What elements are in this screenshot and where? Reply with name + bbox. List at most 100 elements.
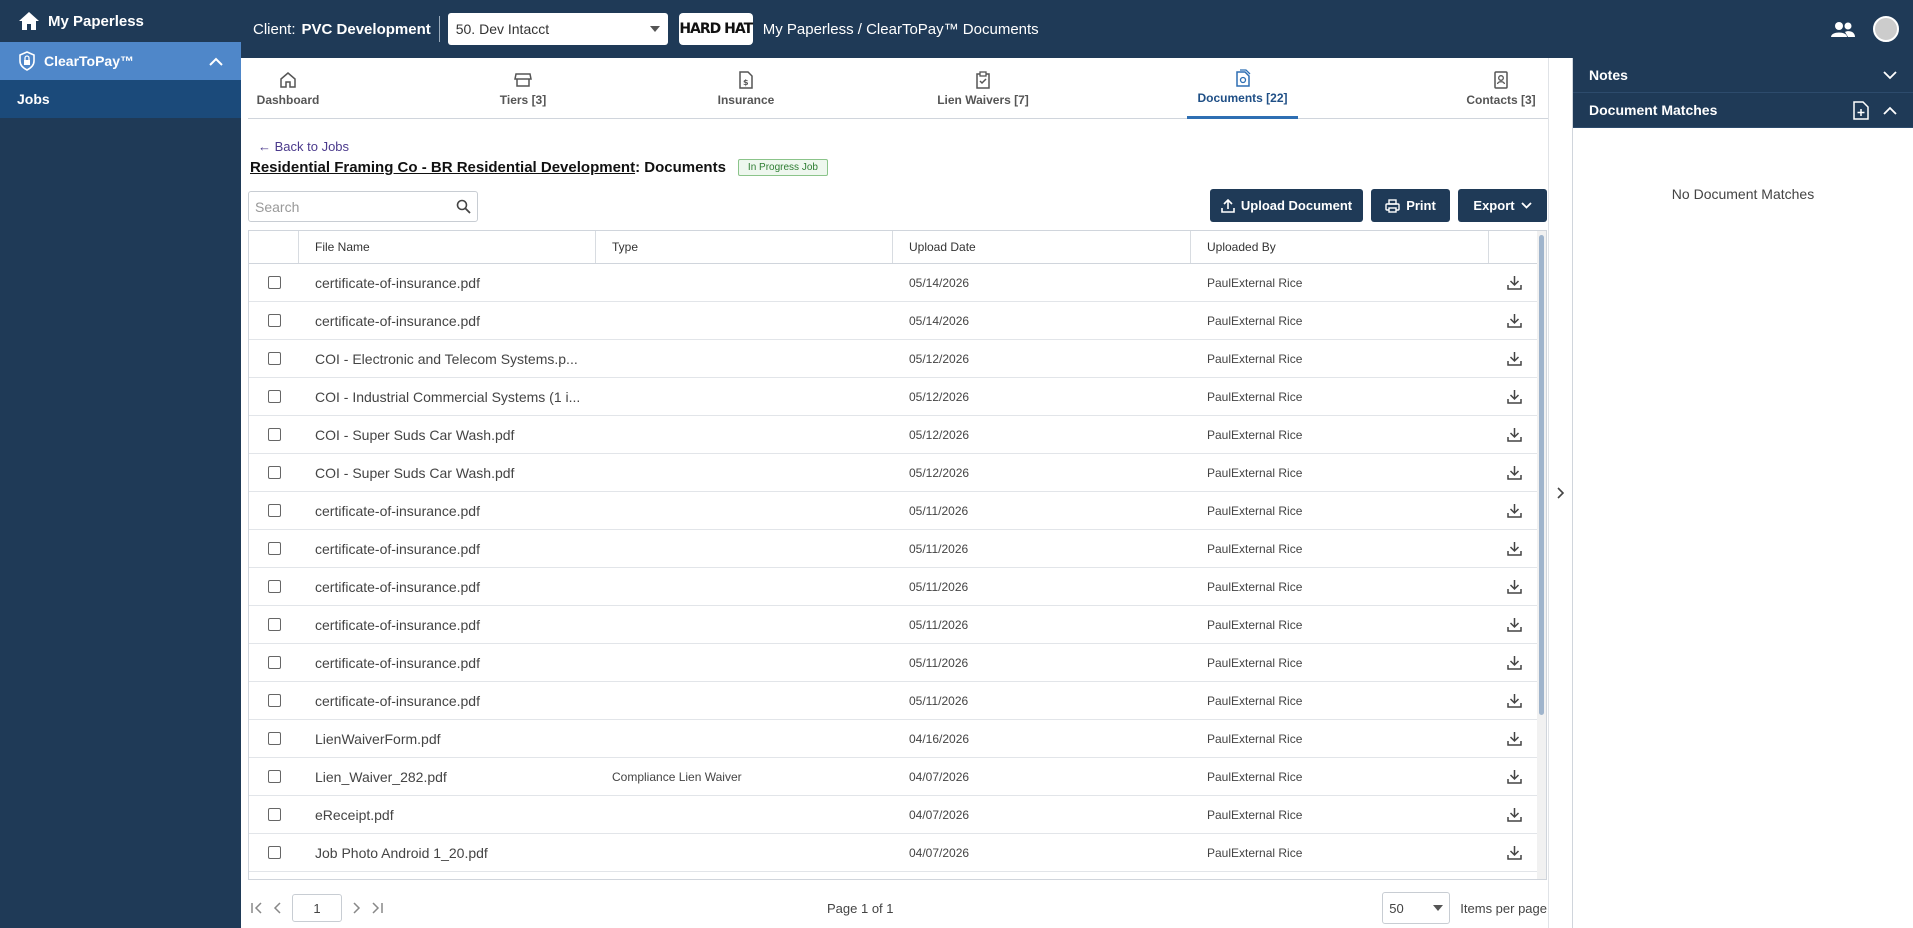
- download-icon[interactable]: [1489, 313, 1539, 328]
- file-name-cell[interactable]: certificate-of-insurance.pdf: [299, 579, 596, 595]
- download-icon[interactable]: [1489, 465, 1539, 480]
- table-row[interactable]: certificate-of-insurance.pdf 05/14/2026 Pa…: [249, 302, 1546, 340]
- search-icon[interactable]: [456, 199, 471, 214]
- back-to-jobs-link[interactable]: ← Back to Jobs: [258, 139, 349, 154]
- table-row[interactable]: Job Photo Android 1_20.pdf 04/07/2026 Paul…: [249, 834, 1546, 872]
- table-row[interactable]: certificate-of-insurance.pdf 05/11/2026 Pa…: [249, 606, 1546, 644]
- table-row[interactable]: COI - Super Suds Car Wash.pdf 05/12/2026 P…: [249, 454, 1546, 492]
- file-name-cell[interactable]: certificate-of-insurance.pdf: [299, 655, 596, 671]
- download-icon[interactable]: [1489, 351, 1539, 366]
- tab-lien-waivers[interactable]: Lien Waivers [7]: [932, 58, 1034, 119]
- column-header-file-name[interactable]: File Name: [299, 231, 596, 263]
- file-name-cell[interactable]: certificate-of-insurance.pdf: [299, 313, 596, 329]
- chevron-up-icon[interactable]: [209, 57, 223, 66]
- column-header-uploaded-by[interactable]: Uploaded By: [1191, 231, 1489, 263]
- file-name-cell[interactable]: Job Photo Android 1_20.pdf: [299, 845, 596, 861]
- add-document-icon[interactable]: [1853, 100, 1869, 120]
- table-row[interactable]: certificate-of-insurance.pdf 05/11/2026 Pa…: [249, 530, 1546, 568]
- items-per-page-select[interactable]: 50: [1382, 892, 1451, 924]
- download-icon[interactable]: [1489, 541, 1539, 556]
- chevron-down-icon[interactable]: [1883, 70, 1897, 80]
- page-number-input[interactable]: 1: [292, 894, 342, 922]
- file-name-cell[interactable]: Lien_Waiver_282.pdf: [299, 769, 596, 785]
- row-checkbox[interactable]: [249, 466, 299, 479]
- file-name-cell[interactable]: COI - Super Suds Car Wash.pdf: [299, 427, 596, 443]
- download-icon[interactable]: [1489, 655, 1539, 670]
- row-checkbox[interactable]: [249, 694, 299, 707]
- file-name-cell[interactable]: COI - Electronic and Telecom Systems.p..…: [299, 351, 596, 367]
- notes-header[interactable]: Notes: [1573, 58, 1913, 93]
- row-checkbox[interactable]: [249, 352, 299, 365]
- row-checkbox[interactable]: [249, 618, 299, 631]
- table-row[interactable]: COI - Super Suds Car Wash.pdf 05/12/2026 P…: [249, 416, 1546, 454]
- sidebar-item-jobs[interactable]: Jobs: [0, 80, 241, 118]
- panel-toggle[interactable]: [1548, 58, 1572, 928]
- search-input[interactable]: Search: [248, 191, 478, 222]
- users-icon[interactable]: [1831, 21, 1855, 37]
- download-icon[interactable]: [1489, 389, 1539, 404]
- prev-page-icon[interactable]: [272, 901, 282, 915]
- file-name-cell[interactable]: certificate-of-insurance.pdf: [299, 541, 596, 557]
- table-row[interactable]: certificate-of-insurance.pdf 05/11/2026 Pa…: [249, 644, 1546, 682]
- chevron-right-icon[interactable]: [1556, 487, 1565, 499]
- tab-contacts[interactable]: Contacts [3]: [1460, 58, 1542, 119]
- row-checkbox[interactable]: [249, 428, 299, 441]
- row-checkbox[interactable]: [249, 656, 299, 669]
- file-name-cell[interactable]: certificate-of-insurance.pdf: [299, 617, 596, 633]
- tab-documents[interactable]: Documents [22]: [1187, 58, 1298, 119]
- scrollbar-thumb[interactable]: [1539, 235, 1544, 715]
- tab-insurance[interactable]: $ Insurance: [710, 58, 782, 119]
- row-checkbox[interactable]: [249, 504, 299, 517]
- row-checkbox[interactable]: [249, 314, 299, 327]
- table-row[interactable]: LienWaiverForm.pdf 04/16/2026 PaulExternal…: [249, 720, 1546, 758]
- column-header-type[interactable]: Type: [596, 231, 893, 263]
- avatar[interactable]: [1873, 16, 1899, 42]
- tab-dashboard[interactable]: Dashboard: [248, 58, 328, 119]
- file-name-cell[interactable]: COI - Super Suds Car Wash.pdf: [299, 465, 596, 481]
- last-page-icon[interactable]: [370, 901, 384, 915]
- table-row[interactable]: certificate-of-insurance.pdf 05/11/2026 Pa…: [249, 682, 1546, 720]
- table-row[interactable]: certificate-of-insurance.pdf 05/14/2026 Pa…: [249, 264, 1546, 302]
- brand-link[interactable]: My Paperless: [0, 0, 241, 42]
- download-icon[interactable]: [1489, 807, 1539, 822]
- print-button[interactable]: Print: [1371, 189, 1450, 222]
- table-row[interactable]: Lien_Waiver_282.pdf Compliance Lien Waive…: [249, 758, 1546, 796]
- row-checkbox[interactable]: [249, 846, 299, 859]
- upload-document-button[interactable]: Upload Document: [1210, 189, 1363, 222]
- table-row[interactable]: COI - Electronic and Telecom Systems.p..…: [249, 340, 1546, 378]
- column-header-upload-date[interactable]: Upload Date: [893, 231, 1191, 263]
- entity-select[interactable]: 50. Dev Intacct: [447, 13, 668, 45]
- file-name-cell[interactable]: eReceipt.pdf: [299, 807, 596, 823]
- row-checkbox[interactable]: [249, 276, 299, 289]
- scrollbar[interactable]: [1537, 231, 1546, 879]
- row-checkbox[interactable]: [249, 770, 299, 783]
- next-page-icon[interactable]: [352, 901, 362, 915]
- download-icon[interactable]: [1489, 579, 1539, 594]
- table-row[interactable]: certificate-of-insurance.pdf 05/11/2026 Pa…: [249, 492, 1546, 530]
- table-row[interactable]: certificate-of-insurance.pdf 05/11/2026 Pa…: [249, 568, 1546, 606]
- file-name-cell[interactable]: LienWaiverForm.pdf: [299, 731, 596, 747]
- row-checkbox[interactable]: [249, 390, 299, 403]
- row-checkbox[interactable]: [249, 542, 299, 555]
- row-checkbox[interactable]: [249, 580, 299, 593]
- file-name-cell[interactable]: certificate-of-insurance.pdf: [299, 503, 596, 519]
- file-name-cell[interactable]: certificate-of-insurance.pdf: [299, 275, 596, 291]
- document-matches-header[interactable]: Document Matches: [1573, 93, 1913, 128]
- row-checkbox[interactable]: [249, 732, 299, 745]
- download-icon[interactable]: [1489, 731, 1539, 746]
- download-icon[interactable]: [1489, 617, 1539, 632]
- download-icon[interactable]: [1489, 427, 1539, 442]
- module-cleartopay[interactable]: ClearToPay™: [0, 42, 241, 80]
- export-button[interactable]: Export: [1458, 189, 1547, 222]
- table-row[interactable]: eReceipt.pdf 04/07/2026 PaulExternal Rice: [249, 796, 1546, 834]
- table-row[interactable]: COI - Industrial Commercial Systems (1 i…: [249, 378, 1546, 416]
- download-icon[interactable]: [1489, 275, 1539, 290]
- file-name-cell[interactable]: certificate-of-insurance.pdf: [299, 693, 596, 709]
- download-icon[interactable]: [1489, 503, 1539, 518]
- job-link[interactable]: Residential Framing Co - BR Residential …: [250, 159, 635, 176]
- download-icon[interactable]: [1489, 769, 1539, 784]
- chevron-up-icon[interactable]: [1883, 106, 1897, 115]
- download-icon[interactable]: [1489, 845, 1539, 860]
- tab-tiers[interactable]: Tiers [3]: [488, 58, 558, 119]
- first-page-icon[interactable]: [250, 901, 264, 915]
